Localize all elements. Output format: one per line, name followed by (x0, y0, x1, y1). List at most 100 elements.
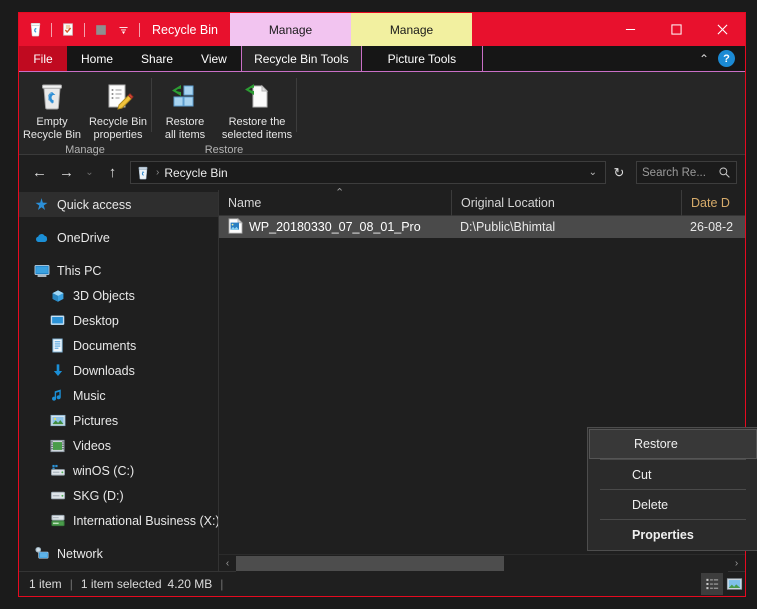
column-header-original-location[interactable]: Original Location (451, 189, 681, 216)
label-line2: Recycle Bin (22, 129, 82, 141)
help-icon[interactable]: ? (718, 50, 735, 67)
sidebar-item-international-business-x[interactable]: International Business (X:) (19, 508, 218, 533)
minimize-button[interactable] (607, 13, 653, 46)
sidebar-item-quick-access[interactable]: Quick access (19, 192, 218, 217)
toolbar-divider-3 (139, 22, 140, 37)
recent-locations-button[interactable]: ⌄ (81, 160, 98, 185)
menu-item-properties[interactable]: Properties (588, 520, 757, 549)
tab-recycle-bin-tools[interactable]: Recycle Bin Tools (240, 46, 362, 71)
scrollbar-thumb[interactable] (236, 555, 504, 571)
properties-icon[interactable] (57, 19, 79, 41)
tab-share[interactable]: Share (127, 46, 188, 71)
drive-icon (49, 487, 66, 504)
scrollbar-track[interactable] (236, 554, 728, 572)
customize-dropdown-icon[interactable] (112, 19, 134, 41)
sidebar-item-downloads[interactable]: Downloads (19, 358, 218, 383)
forward-button[interactable]: → (54, 160, 79, 185)
sidebar-item-label: OneDrive (57, 230, 110, 245)
tab-file[interactable]: File (19, 46, 67, 71)
column-header-date-deleted[interactable]: Date D (681, 189, 745, 216)
breadcrumb-path[interactable]: Recycle Bin (164, 166, 579, 180)
sidebar-item-label: Videos (73, 438, 111, 453)
address-bar: ← → ⌄ ↑ › Recycle Bin ⌄ ↻ Search Re... (19, 155, 745, 190)
menu-item-cut[interactable]: Cut (588, 460, 757, 489)
network-drive-icon (49, 512, 66, 529)
sidebar-item-label: Quick access (57, 197, 132, 212)
refresh-button[interactable]: ↻ (608, 161, 630, 184)
sidebar-item-label: This PC (57, 263, 102, 278)
column-header-name[interactable]: Name (219, 186, 451, 216)
sidebar-item-network[interactable]: Network (19, 541, 218, 566)
sidebar-item-skg-d[interactable]: SKG (D:) (19, 483, 218, 508)
large-icons-view-button[interactable] (723, 573, 745, 595)
cell-original-location: D:\Public\Bhimtal (460, 220, 556, 234)
label-line1: Empty (36, 116, 68, 128)
ribbon-group-manage-title: Manage (65, 144, 105, 156)
table-row[interactable]: WP_20180330_07_08_01_Pro D:\Public\Bhimt… (219, 216, 745, 238)
tab-picture-tools[interactable]: Picture Tools (361, 46, 483, 71)
label-line2: all items (164, 129, 206, 141)
recycle-bin-properties-button[interactable]: Recycle Bin properties (85, 78, 151, 144)
ribbon-group-manage-items: Empty Recycle Bin Recycle Bin properties (19, 72, 151, 144)
monitor-icon (33, 262, 50, 279)
breadcrumb-separator: › (156, 167, 160, 178)
sidebar-item-label: Network (57, 546, 103, 561)
sidebar-item-music[interactable]: Music (19, 383, 218, 408)
horizontal-scrollbar[interactable]: ‹ › (219, 554, 745, 572)
details-view-button[interactable] (701, 573, 723, 595)
ribbon-group-restore: Restore all items Restore the selected i… (152, 72, 296, 156)
empty-recycle-bin-button[interactable]: Empty Recycle Bin (19, 78, 85, 144)
ribbon-tab-actions: ⌃ ? (698, 46, 745, 71)
image-file-icon (228, 217, 243, 237)
maximize-button[interactable] (653, 13, 699, 46)
ribbon-tab-strip: File Home Share View Recycle Bin Tools P… (19, 46, 745, 71)
sidebar-item-3d-objects[interactable]: 3D Objects (19, 283, 218, 308)
chevron-down-icon[interactable]: ⌄ (585, 167, 601, 178)
quick-access-toolbar (19, 13, 145, 46)
caption-buttons (607, 13, 745, 46)
menu-item-restore[interactable]: Restore (589, 429, 757, 459)
restore-selected-items-button[interactable]: Restore the selected items (218, 78, 296, 144)
view-icon[interactable] (90, 19, 112, 41)
search-icon (719, 167, 730, 178)
cell-name: WP_20180330_07_08_01_Pro (219, 217, 451, 237)
collapse-ribbon-icon[interactable]: ⌃ (699, 52, 709, 66)
restore-selected-items-icon (241, 80, 273, 114)
sidebar-item-this-pc[interactable]: This PC (19, 258, 218, 283)
picture-icon (49, 412, 66, 429)
menu-item-delete[interactable]: Delete (588, 490, 757, 519)
tab-view[interactable]: View (187, 46, 241, 71)
sidebar-item-winos-c[interactable]: winOS (C:) (19, 458, 218, 483)
status-size: 4.20 MB (167, 577, 213, 591)
up-button[interactable]: ↑ (100, 160, 125, 185)
sidebar-item-documents[interactable]: Documents (19, 333, 218, 358)
scroll-left-arrow[interactable]: ‹ (219, 555, 236, 572)
search-box[interactable]: Search Re... (636, 161, 737, 184)
cell-date-deleted: 26-08-2 (690, 220, 734, 234)
address-path-box[interactable]: › Recycle Bin ⌄ (130, 161, 606, 184)
music-note-icon (49, 387, 66, 404)
recycle-bin-icon[interactable] (24, 19, 46, 41)
scroll-right-arrow[interactable]: › (728, 555, 745, 572)
status-divider-1: | (69, 577, 73, 591)
sidebar-item-pictures[interactable]: Pictures (19, 408, 218, 433)
contextual-tab-picture-tools[interactable]: Manage (351, 13, 472, 46)
ribbon-group-manage: Empty Recycle Bin Recycle Bin properties… (19, 72, 151, 156)
window-title: Recycle Bin (152, 22, 218, 37)
file-name: WP_20180330_07_08_01_Pro (249, 220, 421, 234)
sidebar-item-onedrive[interactable]: OneDrive (19, 225, 218, 250)
close-button[interactable] (699, 13, 745, 46)
explorer-window: Recycle Bin Manage Manage File Home Shar… (18, 12, 757, 597)
view-buttons (701, 572, 745, 597)
video-icon (49, 437, 66, 454)
restore-all-items-button[interactable]: Restore all items (152, 78, 218, 144)
contextual-tab-recycle-bin-tools[interactable]: Manage (230, 13, 351, 46)
sidebar-item-videos[interactable]: Videos (19, 433, 218, 458)
back-button[interactable]: ← (27, 160, 52, 185)
toolbar-divider (51, 22, 52, 37)
documents-icon (49, 337, 66, 354)
tab-home[interactable]: Home (67, 46, 128, 71)
sidebar-gap-2 (19, 250, 218, 258)
sidebar-item-desktop[interactable]: Desktop (19, 308, 218, 333)
